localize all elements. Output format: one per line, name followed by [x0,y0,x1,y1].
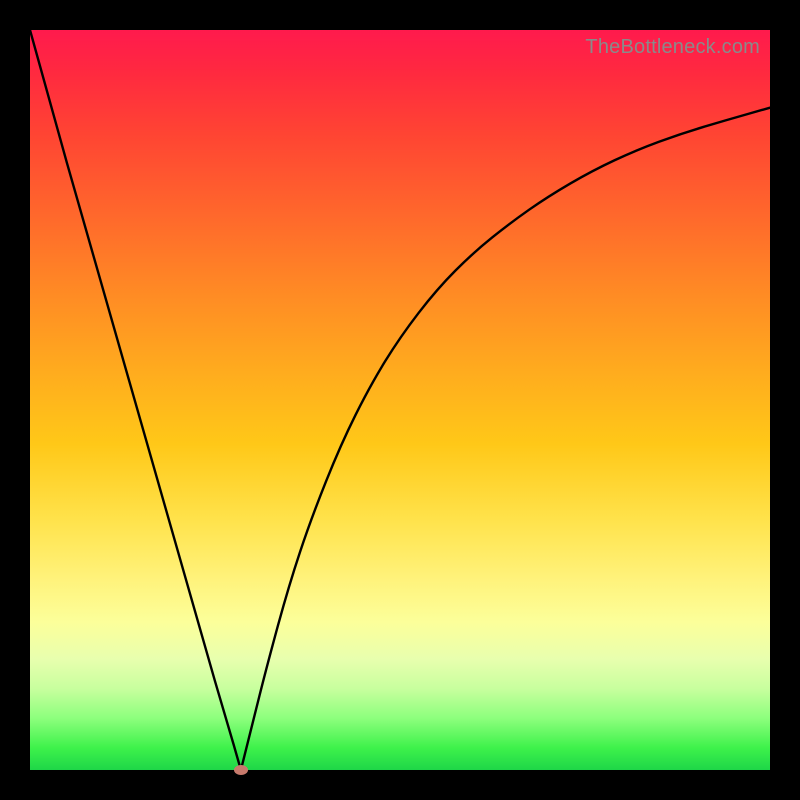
plot-area: TheBottleneck.com [30,30,770,770]
chart-frame: TheBottleneck.com [0,0,800,800]
minimum-marker [234,765,248,775]
bottleneck-curve [30,30,770,770]
curve-path [30,30,770,770]
